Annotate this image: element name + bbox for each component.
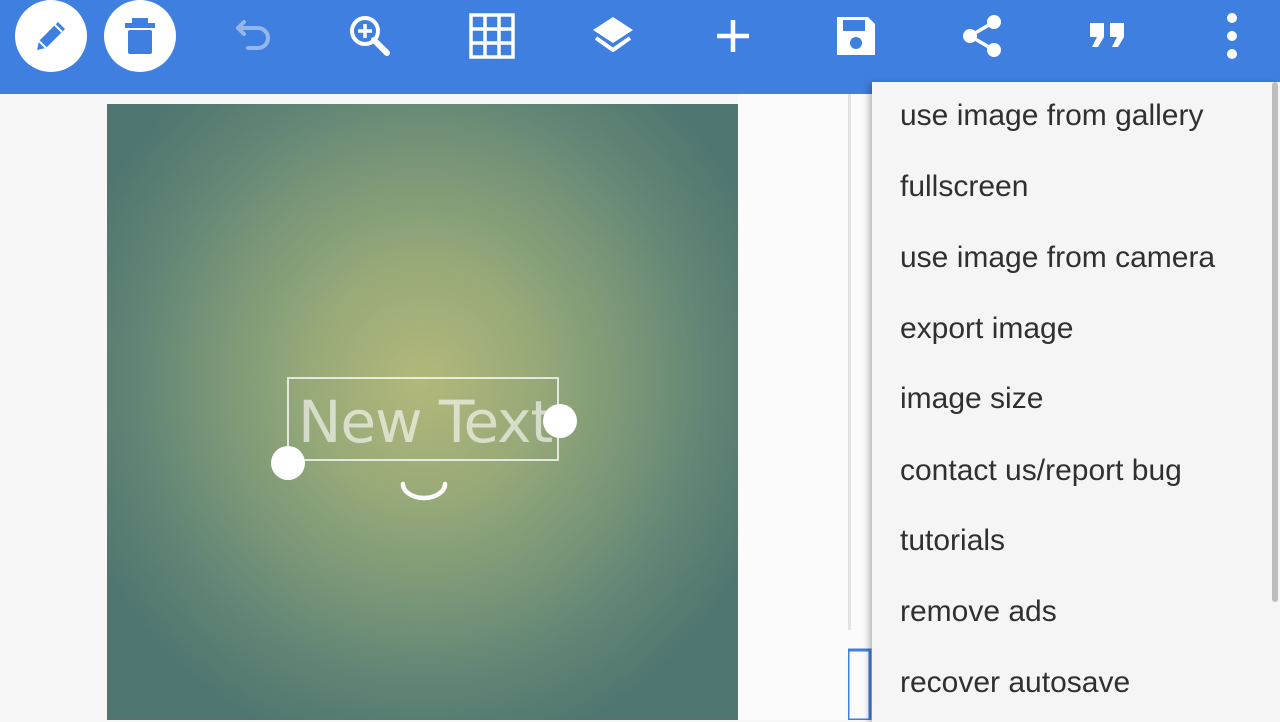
side-panel-edge (848, 94, 872, 720)
text-layer[interactable]: New Text (298, 384, 558, 460)
trash-icon (125, 18, 155, 54)
menu-item-use-image-from-camera[interactable]: use image from camera (900, 228, 1215, 288)
save-icon (837, 17, 875, 55)
menu-item-remove-ads[interactable]: remove ads (900, 582, 1057, 642)
menu-item-export-image[interactable]: export image (900, 299, 1073, 359)
overflow-menu: use image from gallery fullscreen use im… (872, 82, 1280, 722)
rotate-handle-icon[interactable] (400, 470, 448, 502)
quote-icon (1090, 23, 1124, 47)
save-button[interactable] (824, 0, 888, 72)
top-toolbar (0, 0, 1280, 94)
layers-icon (593, 17, 633, 52)
resize-handle-right[interactable] (543, 404, 577, 438)
plus-icon (717, 20, 749, 52)
share-button[interactable] (950, 0, 1014, 72)
grid-icon (469, 13, 515, 59)
share-icon (963, 15, 1001, 57)
grid-button[interactable] (460, 0, 524, 72)
menu-item-fullscreen[interactable]: fullscreen (900, 157, 1028, 217)
edit-button[interactable] (15, 0, 87, 72)
more-options-button[interactable] (1200, 0, 1264, 72)
undo-icon (236, 20, 270, 50)
quote-button[interactable] (1076, 0, 1140, 72)
menu-item-tutorials[interactable]: tutorials (900, 511, 1005, 571)
more-vertical-icon (1227, 13, 1237, 59)
resize-handle-left[interactable] (271, 446, 305, 480)
menu-item-contact-us-report-bug[interactable]: contact us/report bug (900, 441, 1182, 501)
undo-button[interactable] (220, 0, 284, 72)
delete-button[interactable] (104, 0, 176, 72)
zoom-in-icon (350, 16, 390, 56)
zoom-button[interactable] (338, 0, 402, 72)
add-button[interactable] (701, 0, 765, 72)
menu-item-recover-autosave[interactable]: recover autosave (900, 653, 1130, 713)
menu-item-use-image-from-gallery[interactable]: use image from gallery (900, 86, 1203, 146)
pencil-icon (37, 22, 65, 50)
menu-scrollbar[interactable] (1272, 82, 1278, 602)
layers-button[interactable] (581, 0, 645, 72)
menu-item-image-size[interactable]: image size (900, 369, 1043, 429)
